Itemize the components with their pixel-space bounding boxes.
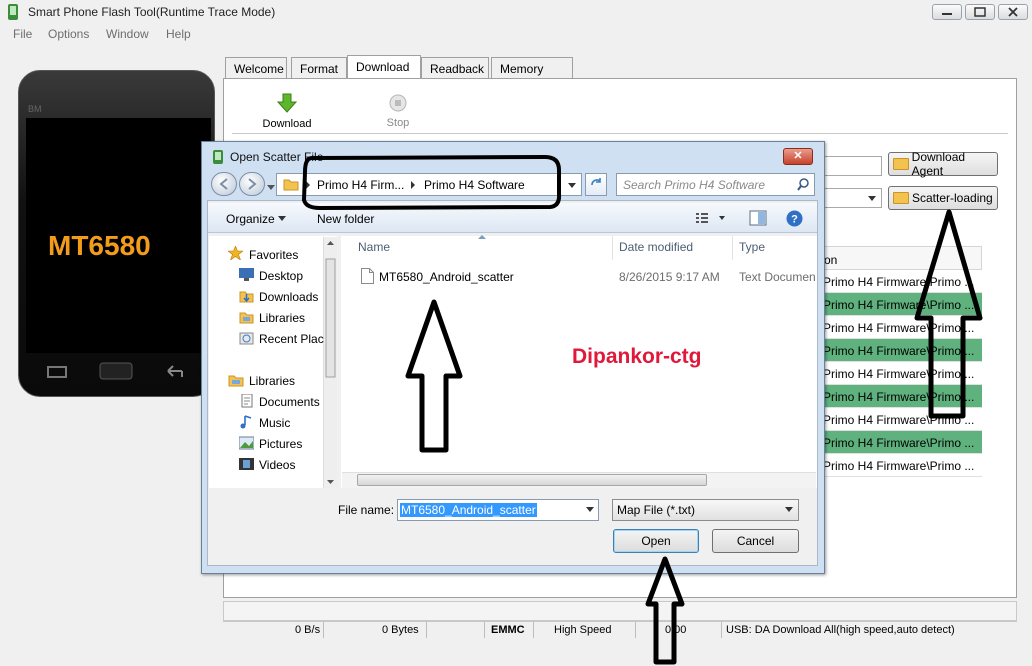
libraries-icon bbox=[239, 310, 254, 324]
column-name[interactable]: Name bbox=[358, 240, 390, 254]
nav-downloads[interactable]: Downloads bbox=[259, 290, 318, 304]
organize-button[interactable]: Organize bbox=[226, 212, 275, 226]
column-date-modified[interactable]: Date modified bbox=[619, 240, 693, 254]
open-button[interactable]: Open bbox=[613, 529, 699, 553]
downloads-icon bbox=[239, 289, 254, 303]
svg-text:?: ? bbox=[791, 214, 798, 226]
documents-icon bbox=[239, 393, 254, 408]
menu-bar bbox=[0, 24, 1032, 44]
forward-button[interactable] bbox=[239, 172, 265, 196]
file-row-date: 8/26/2015 9:17 AM bbox=[619, 270, 720, 284]
scatter-loading-pointer-arrow-icon bbox=[914, 209, 983, 419]
menu-help[interactable]: Help bbox=[166, 27, 191, 41]
sort-ascending-icon bbox=[478, 235, 486, 239]
breadcrumb-highlight-ellipse bbox=[301, 154, 562, 211]
file-row-type: Text Documen bbox=[739, 270, 816, 284]
status-info: USB: DA Download All(high speed,auto det… bbox=[726, 624, 955, 636]
location-table-row[interactable]: Primo H4 Firmware\Primo ... bbox=[823, 454, 982, 477]
download-tool-label[interactable]: Download bbox=[262, 118, 312, 130]
nav-documents[interactable]: Documents bbox=[259, 395, 320, 409]
back-button[interactable] bbox=[211, 172, 237, 196]
scatter-loading-button[interactable]: Scatter-loading bbox=[888, 186, 998, 210]
maximize-button[interactable] bbox=[965, 4, 995, 20]
folder-icon bbox=[893, 192, 909, 204]
scatter-loading-label: Scatter-loading bbox=[912, 191, 993, 205]
nav-videos[interactable]: Videos bbox=[259, 458, 295, 472]
nav-recent-places[interactable]: Recent Plac bbox=[259, 332, 324, 346]
download-arrow-icon[interactable] bbox=[276, 93, 298, 116]
scatter-path-select[interactable] bbox=[818, 188, 882, 208]
dialog-close-button[interactable]: ✕ bbox=[783, 148, 813, 165]
download-agent-button[interactable]: Download Agent bbox=[888, 150, 998, 178]
help-icon[interactable]: ? bbox=[786, 210, 803, 230]
phone-keys bbox=[20, 355, 210, 391]
column-type[interactable]: Type bbox=[739, 240, 765, 254]
status-bar: 0 B/s 0 Bytes EMMC High Speed 0:00 USB: … bbox=[223, 621, 1017, 638]
search-icon[interactable] bbox=[797, 178, 810, 194]
organize-chevron-icon bbox=[278, 216, 286, 221]
status-speed: 0 B/s bbox=[295, 624, 321, 636]
file-name-input[interactable]: MT6580_Android_scatter bbox=[397, 499, 599, 521]
recent-places-icon bbox=[239, 331, 254, 345]
status-mode: High Speed bbox=[554, 624, 612, 636]
watermark-text: Dipankor-ctg bbox=[572, 345, 702, 368]
file-type-value: Map File (*.txt) bbox=[617, 503, 696, 517]
open-button-pointer-arrow-icon bbox=[645, 556, 685, 665]
file-name-label: File name: bbox=[338, 503, 395, 517]
nav-libraries-shortcut[interactable]: Libraries bbox=[259, 311, 305, 325]
refresh-button[interactable] bbox=[585, 173, 607, 196]
libraries-folder-icon bbox=[228, 373, 244, 387]
phone-brand: BM bbox=[28, 104, 42, 114]
status-bytes: 0 Bytes bbox=[382, 624, 419, 636]
menu-options[interactable]: Options bbox=[48, 27, 89, 41]
status-storage: EMMC bbox=[491, 624, 525, 636]
tab-welcome[interactable]: Welcome bbox=[225, 57, 287, 78]
file-type-select[interactable]: Map File (*.txt) bbox=[612, 499, 799, 521]
tab-format[interactable]: Format bbox=[291, 57, 347, 78]
nav-desktop[interactable]: Desktop bbox=[259, 269, 303, 283]
nav-favorites[interactable]: Favorites bbox=[249, 248, 298, 262]
nav-libraries[interactable]: Libraries bbox=[249, 374, 295, 388]
tab-readback[interactable]: Readback bbox=[421, 57, 489, 78]
folder-icon bbox=[893, 158, 909, 170]
text-file-icon bbox=[361, 268, 374, 287]
favorites-star-icon bbox=[227, 245, 244, 261]
window-title: Smart Phone Flash Tool(Runtime Trace Mod… bbox=[28, 5, 276, 19]
stop-tool-label[interactable]: Stop bbox=[378, 117, 418, 129]
preview-pane-icon[interactable] bbox=[749, 210, 767, 229]
nav-scrollbar[interactable] bbox=[323, 237, 337, 488]
chip-label: MT6580 bbox=[48, 230, 151, 261]
folder-icon bbox=[283, 177, 299, 194]
file-name-value: MT6580_Android_scatter bbox=[400, 503, 537, 517]
view-options-icon[interactable] bbox=[696, 212, 726, 227]
cancel-button[interactable]: Cancel bbox=[712, 529, 799, 553]
dialog-app-icon bbox=[212, 150, 224, 167]
new-folder-button[interactable]: New folder bbox=[317, 212, 374, 226]
menu-window[interactable]: Window bbox=[106, 27, 149, 41]
pictures-icon bbox=[238, 436, 255, 450]
nav-pictures[interactable]: Pictures bbox=[259, 437, 302, 451]
stop-icon[interactable] bbox=[389, 94, 407, 115]
menu-file[interactable]: File bbox=[13, 27, 32, 41]
download-agent-label: Download Agent bbox=[911, 150, 966, 178]
music-icon bbox=[239, 415, 254, 429]
search-input[interactable]: Search Primo H4 Software bbox=[616, 173, 815, 196]
location-table-row[interactable]: Primo H4 Firmware\Primo ... bbox=[823, 431, 982, 454]
close-button[interactable] bbox=[998, 4, 1028, 20]
recent-locations-chevron-icon[interactable] bbox=[266, 180, 276, 194]
file-row-name[interactable]: MT6580_Android_scatter bbox=[379, 270, 514, 284]
toolbar-divider bbox=[232, 133, 1008, 134]
desktop-icon bbox=[239, 268, 254, 281]
progress-bar bbox=[223, 601, 1017, 621]
app-icon bbox=[6, 4, 20, 20]
tab-memory-test[interactable]: Memory Test bbox=[491, 57, 573, 90]
nav-music[interactable]: Music bbox=[259, 416, 290, 430]
tab-download[interactable]: Download bbox=[347, 55, 421, 79]
horizontal-scroll-thumb[interactable] bbox=[357, 474, 707, 486]
minimize-button[interactable] bbox=[932, 4, 962, 20]
videos-icon bbox=[239, 457, 254, 470]
file-pointer-arrow-icon bbox=[405, 299, 463, 453]
download-agent-path[interactable] bbox=[818, 156, 882, 176]
